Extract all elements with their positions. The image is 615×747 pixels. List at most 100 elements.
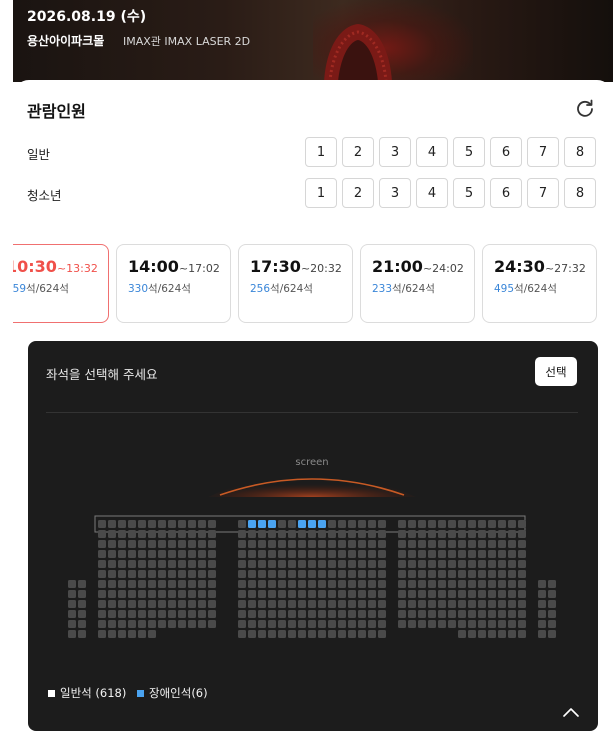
- seat[interactable]: [298, 550, 306, 558]
- seat[interactable]: [348, 630, 356, 638]
- seat[interactable]: [98, 600, 106, 608]
- seat[interactable]: [308, 560, 316, 568]
- seat[interactable]: [408, 570, 416, 578]
- seat[interactable]: [118, 540, 126, 548]
- seat[interactable]: [458, 600, 466, 608]
- seat[interactable]: [98, 570, 106, 578]
- seat[interactable]: [248, 570, 256, 578]
- seat[interactable]: [238, 590, 246, 598]
- seat[interactable]: [98, 540, 106, 548]
- seat[interactable]: [118, 520, 126, 528]
- seat[interactable]: [508, 540, 516, 548]
- seat[interactable]: [508, 560, 516, 568]
- seat[interactable]: [448, 570, 456, 578]
- seat[interactable]: [138, 620, 146, 628]
- seat[interactable]: [288, 580, 296, 588]
- seat[interactable]: [468, 610, 476, 618]
- seat[interactable]: [338, 600, 346, 608]
- seat[interactable]: [178, 580, 186, 588]
- seat[interactable]: [308, 550, 316, 558]
- seat[interactable]: [278, 540, 286, 548]
- seat[interactable]: [408, 520, 416, 528]
- seat[interactable]: [418, 540, 426, 548]
- seat[interactable]: [498, 630, 506, 638]
- seat[interactable]: [168, 600, 176, 608]
- seat[interactable]: [308, 590, 316, 598]
- seat[interactable]: [248, 590, 256, 598]
- seat[interactable]: [68, 620, 76, 628]
- seat[interactable]: [178, 560, 186, 568]
- seat[interactable]: [148, 540, 156, 548]
- seat[interactable]: [358, 550, 366, 558]
- seat[interactable]: [518, 550, 526, 558]
- seat[interactable]: [448, 580, 456, 588]
- seat[interactable]: [338, 550, 346, 558]
- seat[interactable]: [508, 580, 516, 588]
- seat[interactable]: [328, 610, 336, 618]
- seat[interactable]: [358, 570, 366, 578]
- seat[interactable]: [258, 590, 266, 598]
- seat[interactable]: [508, 520, 516, 528]
- seat[interactable]: [448, 540, 456, 548]
- seat[interactable]: [258, 570, 266, 578]
- seat[interactable]: [198, 610, 206, 618]
- seat[interactable]: [328, 550, 336, 558]
- seat[interactable]: [248, 580, 256, 588]
- seat[interactable]: [148, 580, 156, 588]
- seat[interactable]: [498, 590, 506, 598]
- seat[interactable]: [418, 590, 426, 598]
- seat[interactable]: [438, 560, 446, 568]
- seat[interactable]: [238, 520, 246, 528]
- seat[interactable]: [148, 620, 156, 628]
- seat[interactable]: [378, 560, 386, 568]
- seat[interactable]: [168, 530, 176, 538]
- seat[interactable]: [348, 540, 356, 548]
- seat[interactable]: [118, 630, 126, 638]
- seat[interactable]: [188, 580, 196, 588]
- seat[interactable]: [478, 580, 486, 588]
- seat[interactable]: [158, 550, 166, 558]
- seat[interactable]: [468, 520, 476, 528]
- seat[interactable]: [148, 570, 156, 578]
- seat[interactable]: [288, 550, 296, 558]
- seat[interactable]: [368, 570, 376, 578]
- seat[interactable]: [458, 630, 466, 638]
- seat[interactable]: [328, 540, 336, 548]
- seat[interactable]: [308, 600, 316, 608]
- seat[interactable]: [378, 620, 386, 628]
- seat[interactable]: [308, 620, 316, 628]
- seat[interactable]: [188, 600, 196, 608]
- seat[interactable]: [338, 630, 346, 638]
- seat[interactable]: [478, 530, 486, 538]
- seat[interactable]: [318, 550, 326, 558]
- seat[interactable]: [158, 570, 166, 578]
- seat[interactable]: [488, 610, 496, 618]
- seat[interactable]: [418, 570, 426, 578]
- seat[interactable]: [498, 530, 506, 538]
- seat[interactable]: [348, 550, 356, 558]
- seat[interactable]: [338, 620, 346, 628]
- seat[interactable]: [488, 630, 496, 638]
- seat[interactable]: [118, 620, 126, 628]
- seat[interactable]: [408, 620, 416, 628]
- seat[interactable]: [458, 550, 466, 558]
- seat[interactable]: [498, 610, 506, 618]
- seat[interactable]: [208, 580, 216, 588]
- seat[interactable]: [298, 560, 306, 568]
- seat[interactable]: [248, 600, 256, 608]
- seat[interactable]: [438, 600, 446, 608]
- seat[interactable]: [268, 610, 276, 618]
- seat[interactable]: [548, 610, 556, 618]
- seat[interactable]: [428, 580, 436, 588]
- seat[interactable]: [438, 580, 446, 588]
- seat[interactable]: [238, 630, 246, 638]
- seat[interactable]: [248, 540, 256, 548]
- seat[interactable]: [178, 590, 186, 598]
- youth-count-7[interactable]: 7: [527, 178, 559, 208]
- seat[interactable]: [378, 540, 386, 548]
- seat[interactable]: [248, 630, 256, 638]
- seat[interactable]: [308, 630, 316, 638]
- seat[interactable]: [348, 580, 356, 588]
- seat[interactable]: [478, 600, 486, 608]
- seat[interactable]: [288, 540, 296, 548]
